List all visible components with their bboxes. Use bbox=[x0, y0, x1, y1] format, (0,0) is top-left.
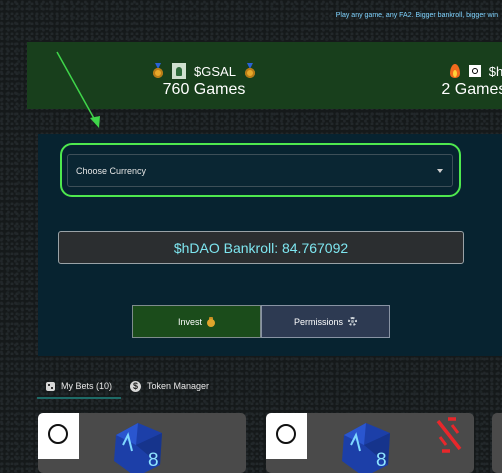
die-icon: 8 bbox=[342, 423, 390, 473]
stat-hdao: $hDA 2 Games pe bbox=[415, 62, 502, 99]
currency-select-placeholder: Choose Currency bbox=[76, 165, 147, 176]
svg-text:8: 8 bbox=[148, 450, 159, 471]
annotation-arrow bbox=[56, 51, 100, 128]
loss-icon bbox=[436, 417, 462, 453]
medal-icon bbox=[152, 63, 164, 79]
dice-icon bbox=[46, 381, 55, 391]
permissions-button[interactable]: Permissions bbox=[261, 305, 390, 338]
circle-badge-icon bbox=[38, 413, 79, 459]
bet-card[interactable]: 8 bbox=[38, 413, 246, 473]
gsal-token-icon bbox=[172, 63, 187, 79]
tab-label: My Bets (10) bbox=[61, 381, 113, 391]
stat-games-count: 2 Games pe bbox=[441, 81, 502, 98]
fire-icon bbox=[449, 63, 461, 79]
tagline: Play any game, any FA2. Bigger bankroll,… bbox=[335, 12, 498, 19]
bankroll-display: $hDAO Bankroll: 84.767092 bbox=[58, 231, 464, 264]
invest-button[interactable]: Invest bbox=[132, 305, 261, 338]
medal-icon bbox=[244, 63, 256, 79]
bet-card[interactable]: 8 bbox=[266, 413, 474, 473]
tab-label: Token Manager bbox=[147, 381, 210, 391]
bet-card[interactable] bbox=[492, 413, 502, 473]
caret-down-icon bbox=[437, 169, 443, 173]
tab-bar: My Bets (10) $ Token Manager bbox=[37, 375, 218, 399]
stat-token-label: $GSAL bbox=[194, 63, 236, 79]
currency-select[interactable]: Choose Currency bbox=[67, 154, 453, 187]
tab-my-bets[interactable]: My Bets (10) bbox=[37, 375, 122, 399]
die-icon: 8 bbox=[114, 423, 162, 473]
permissions-label: Permissions bbox=[293, 316, 343, 327]
svg-text:8: 8 bbox=[376, 450, 387, 471]
stat-gsal: $GSAL 760 Games bbox=[139, 62, 269, 99]
invest-label: Invest bbox=[177, 316, 202, 327]
gear-icon bbox=[348, 317, 357, 326]
circle-badge-icon bbox=[266, 413, 307, 459]
tab-token-manager[interactable]: $ Token Manager bbox=[121, 375, 218, 397]
hdao-token-icon bbox=[468, 65, 481, 77]
stat-games-count: 760 Games bbox=[162, 81, 246, 98]
money-bag-icon bbox=[207, 316, 215, 327]
bankroll-text: $hDAO Bankroll: 84.767092 bbox=[173, 239, 349, 256]
dollar-icon: $ bbox=[130, 380, 142, 392]
stat-token-label: $hDA bbox=[488, 63, 502, 79]
